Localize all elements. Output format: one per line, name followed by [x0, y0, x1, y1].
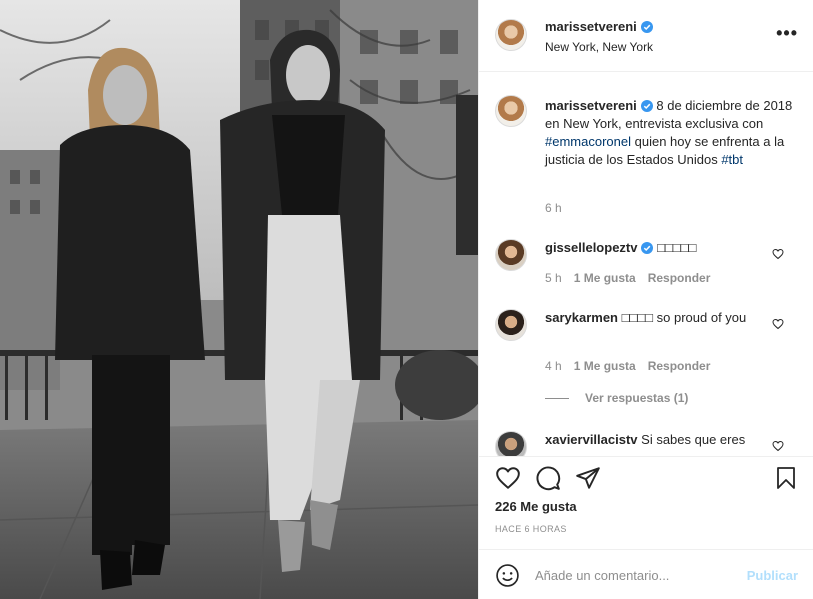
replies-divider — [545, 398, 569, 400]
comment-body: □□□□ so proud of you — [618, 310, 747, 325]
posted-time[interactable]: HACE 6 HORAS — [495, 524, 567, 534]
comment-text: xaviervillacistv Si sabes que eres — [545, 431, 765, 449]
share-icon[interactable] — [575, 465, 601, 491]
street-photo-illustration — [0, 0, 478, 599]
comment-likes[interactable]: 1 Me gusta — [574, 271, 636, 285]
caption-avatar[interactable] — [495, 95, 527, 127]
comment-time[interactable]: 5 h — [545, 271, 562, 285]
caption-hashtag-link[interactable]: #tbt — [721, 152, 743, 167]
instagram-post: marissetvereni New York, New York ••• ma… — [0, 0, 813, 599]
comment-icon[interactable] — [535, 465, 561, 491]
comment-time[interactable]: 4 h — [545, 359, 562, 373]
comment-like-heart-icon[interactable] — [772, 248, 784, 260]
comment-body: □□□□□ — [653, 240, 697, 255]
comments-area[interactable]: marissetvereni 8 de diciembre de 2018 en… — [479, 73, 813, 456]
emoji-icon[interactable] — [495, 563, 520, 588]
heart-icon[interactable] — [495, 465, 521, 491]
likes-count[interactable]: 226 Me gusta — [495, 499, 577, 514]
comment-text: gissellelopeztv □□□□□ — [545, 239, 765, 257]
post-side-panel: marissetvereni New York, New York ••• ma… — [478, 0, 813, 599]
comment-username[interactable]: gissellelopeztv — [545, 240, 637, 255]
comment-username[interactable]: xaviervillacistv — [545, 432, 638, 447]
post-header: marissetvereni New York, New York ••• — [479, 0, 813, 72]
comment-likes[interactable]: 1 Me gusta — [574, 359, 636, 373]
verified-badge-icon — [640, 21, 653, 33]
comment-like-heart-icon[interactable] — [772, 440, 784, 452]
caption-time[interactable]: 6 h — [545, 201, 562, 215]
comment-avatar[interactable] — [495, 431, 527, 456]
caption-username[interactable]: marissetvereni — [545, 98, 637, 113]
comment-avatar[interactable] — [495, 309, 527, 341]
comment-input[interactable] — [535, 564, 735, 586]
post-photo[interactable] — [0, 0, 478, 599]
caption-text: marissetvereni 8 de diciembre de 2018 en… — [545, 97, 797, 169]
comment-avatar[interactable] — [495, 239, 527, 271]
author-line: marissetvereni — [545, 19, 653, 34]
verified-badge-icon — [640, 100, 653, 112]
more-options-icon[interactable]: ••• — [776, 24, 798, 42]
comment-meta: 4 h 1 Me gusta Responder — [545, 359, 710, 373]
caption-mention-link[interactable]: #emmacoronel — [545, 134, 631, 149]
view-replies-label[interactable]: Ver respuestas (1) — [585, 391, 688, 405]
verified-badge-icon — [641, 242, 654, 254]
post-location[interactable]: New York, New York — [545, 40, 653, 54]
reply-button[interactable]: Responder — [648, 359, 711, 373]
publish-button[interactable]: Publicar — [747, 568, 798, 583]
comment-text: sarykarmen □□□□ so proud of you — [545, 309, 765, 327]
comment-like-heart-icon[interactable] — [772, 318, 784, 330]
comment-username[interactable]: sarykarmen — [545, 310, 618, 325]
post-actions: 226 Me gusta HACE 6 HORAS Publicar — [479, 456, 813, 599]
author-avatar[interactable] — [495, 19, 527, 51]
bookmark-icon[interactable] — [774, 465, 798, 491]
comment-meta: 5 h 1 Me gusta Responder — [545, 271, 710, 285]
view-replies-button[interactable]: Ver respuestas (1) — [545, 391, 688, 405]
reply-button[interactable]: Responder — [648, 271, 711, 285]
comment-body: Si sabes que eres — [637, 432, 746, 447]
add-comment-bar: Publicar — [479, 549, 813, 599]
author-username[interactable]: marissetvereni — [545, 19, 637, 34]
